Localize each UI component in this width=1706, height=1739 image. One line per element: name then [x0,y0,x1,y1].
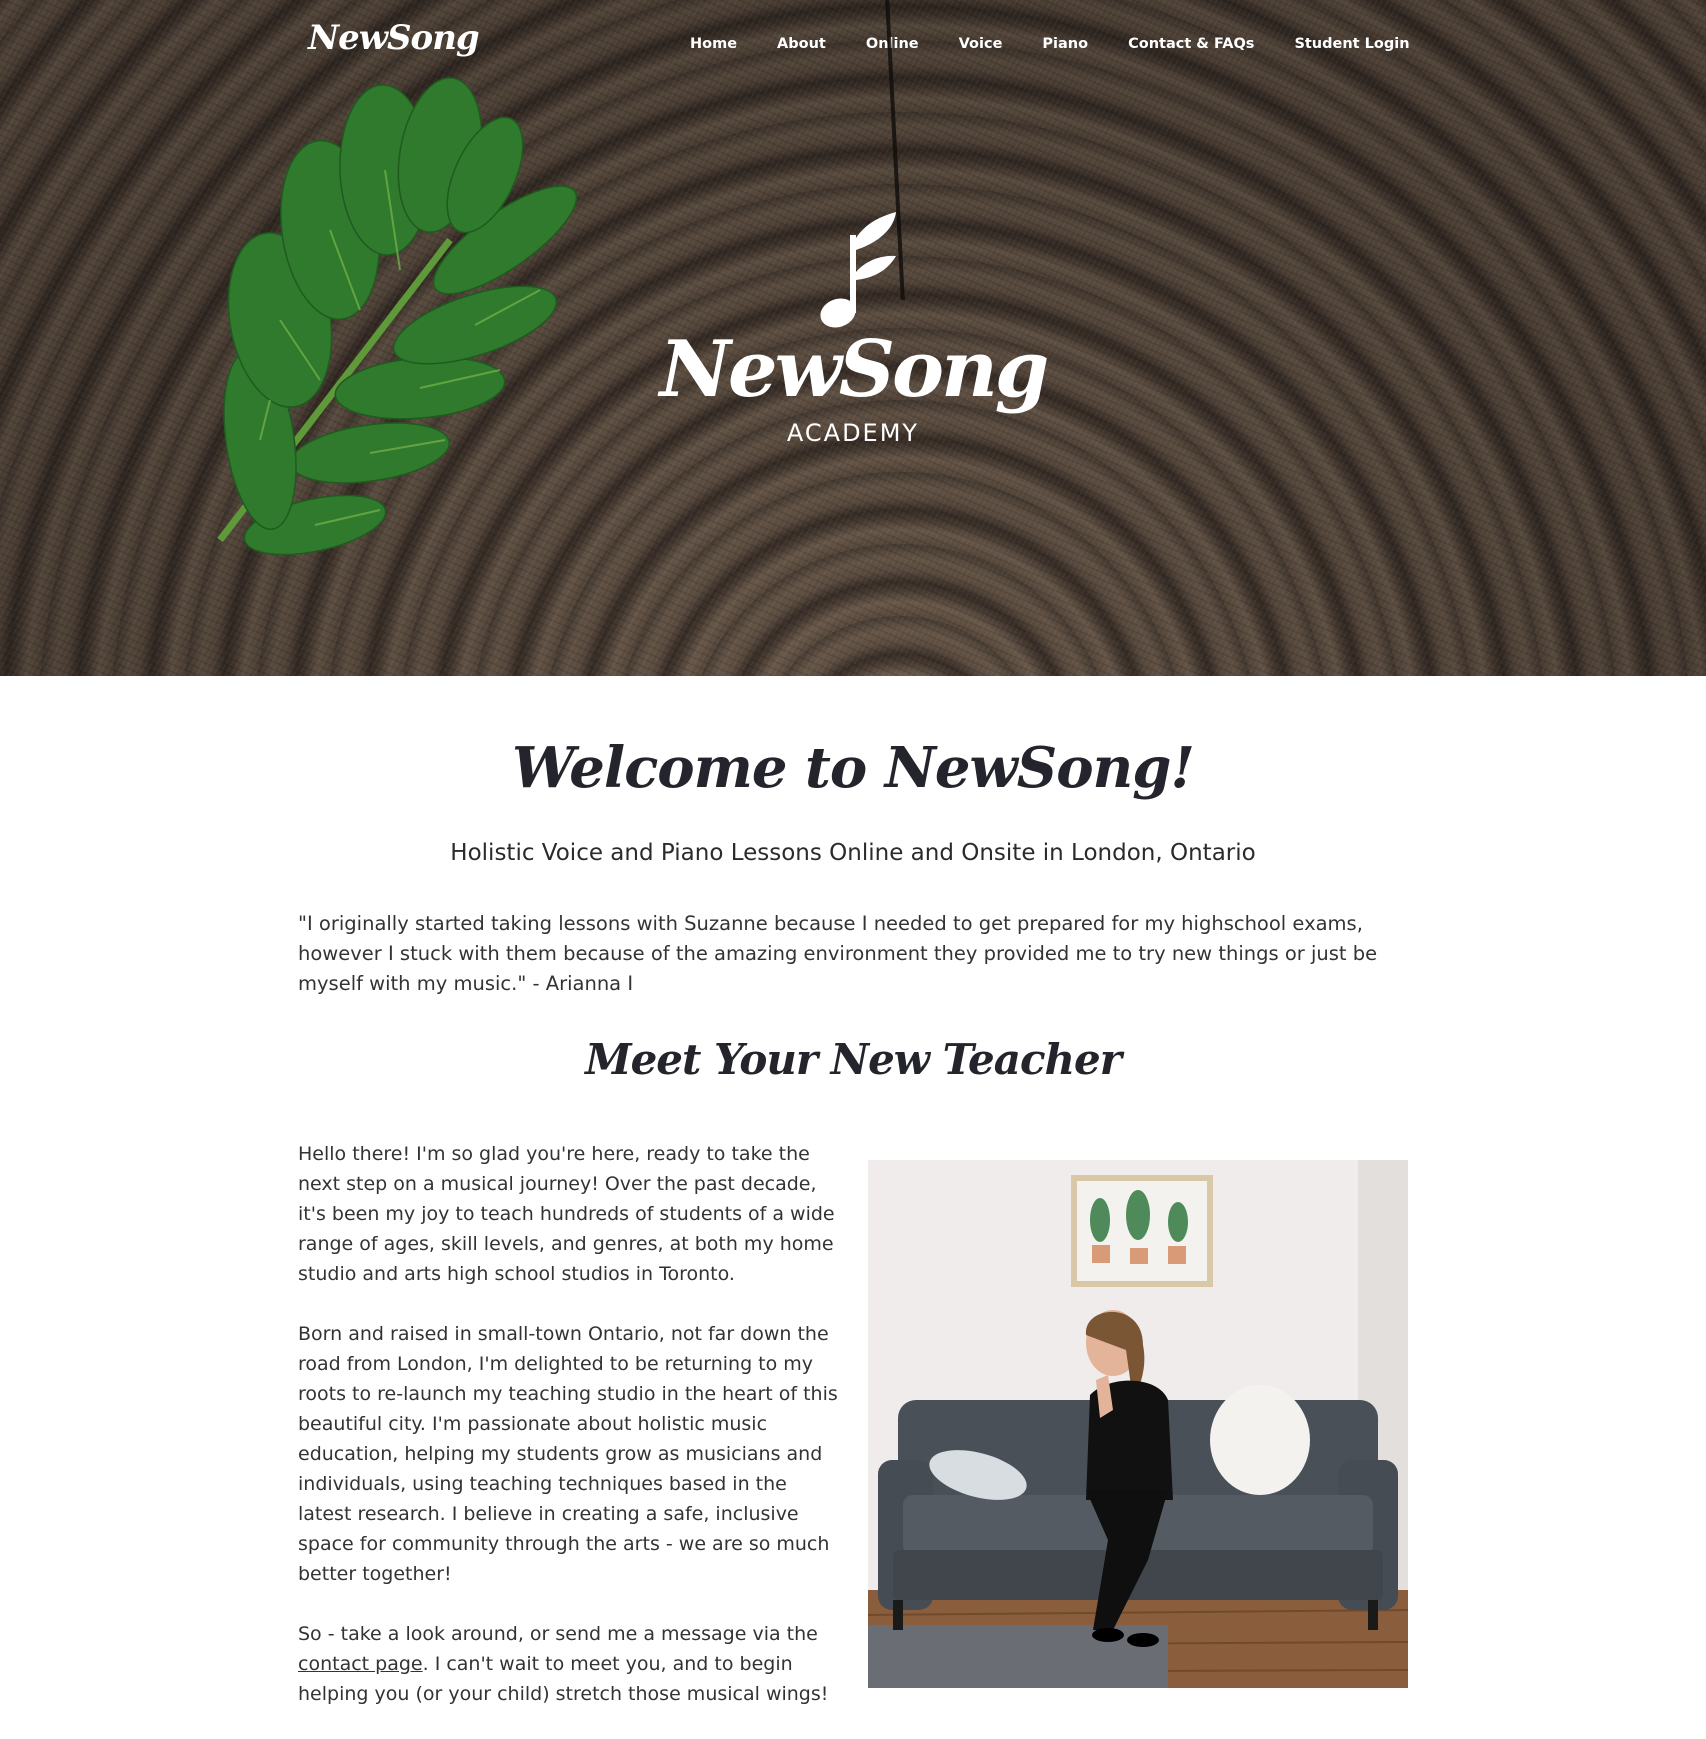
hero-title: NewSong [659,324,1050,415]
hero-brand: NewSong ACADEMY [653,210,1053,447]
nav-contact-faqs[interactable]: Contact & FAQs [1108,32,1274,56]
teacher-photo [868,1160,1408,1688]
hero-banner: NewSong Home About Online Voice Piano Co… [0,0,1706,676]
testimonial-quote: "I originally started taking lessons wit… [298,912,1378,995]
nav-home[interactable]: Home [670,32,757,56]
meet-teacher-heading: Meet Your New Teacher [585,1035,1122,1084]
nav-online[interactable]: Online [846,32,939,56]
nav-voice[interactable]: Voice [939,32,1023,56]
teacher-photo-illustration [868,1160,1408,1688]
main-nav: Home About Online Voice Piano Contact & … [670,30,1430,58]
bio-paragraph-3: So - take a look around, or send me a me… [298,1619,838,1709]
bio-text: So - take a look around, or send me a me… [298,1623,818,1645]
music-note-leaf-icon [820,212,896,328]
nav-student-login[interactable]: Student Login [1274,32,1429,56]
nav-logo[interactable]: NewSong [308,18,480,58]
bio-paragraph-1: Hello there! I'm so glad you're here, re… [298,1143,835,1285]
teacher-bio: Hello there! I'm so glad you're here, re… [298,1139,838,1739]
nav-about[interactable]: About [757,32,846,56]
nav-piano[interactable]: Piano [1022,32,1108,56]
leaf-art [217,77,578,556]
hero-subtitle: ACADEMY [786,419,920,447]
welcome-heading: Welcome to NewSong! [511,735,1195,801]
tagline: Holistic Voice and Piano Lessons Online … [450,840,1256,866]
contact-page-link[interactable]: contact page [298,1653,423,1675]
bio-paragraph-2: Born and raised in small-town Ontario, n… [298,1323,838,1585]
